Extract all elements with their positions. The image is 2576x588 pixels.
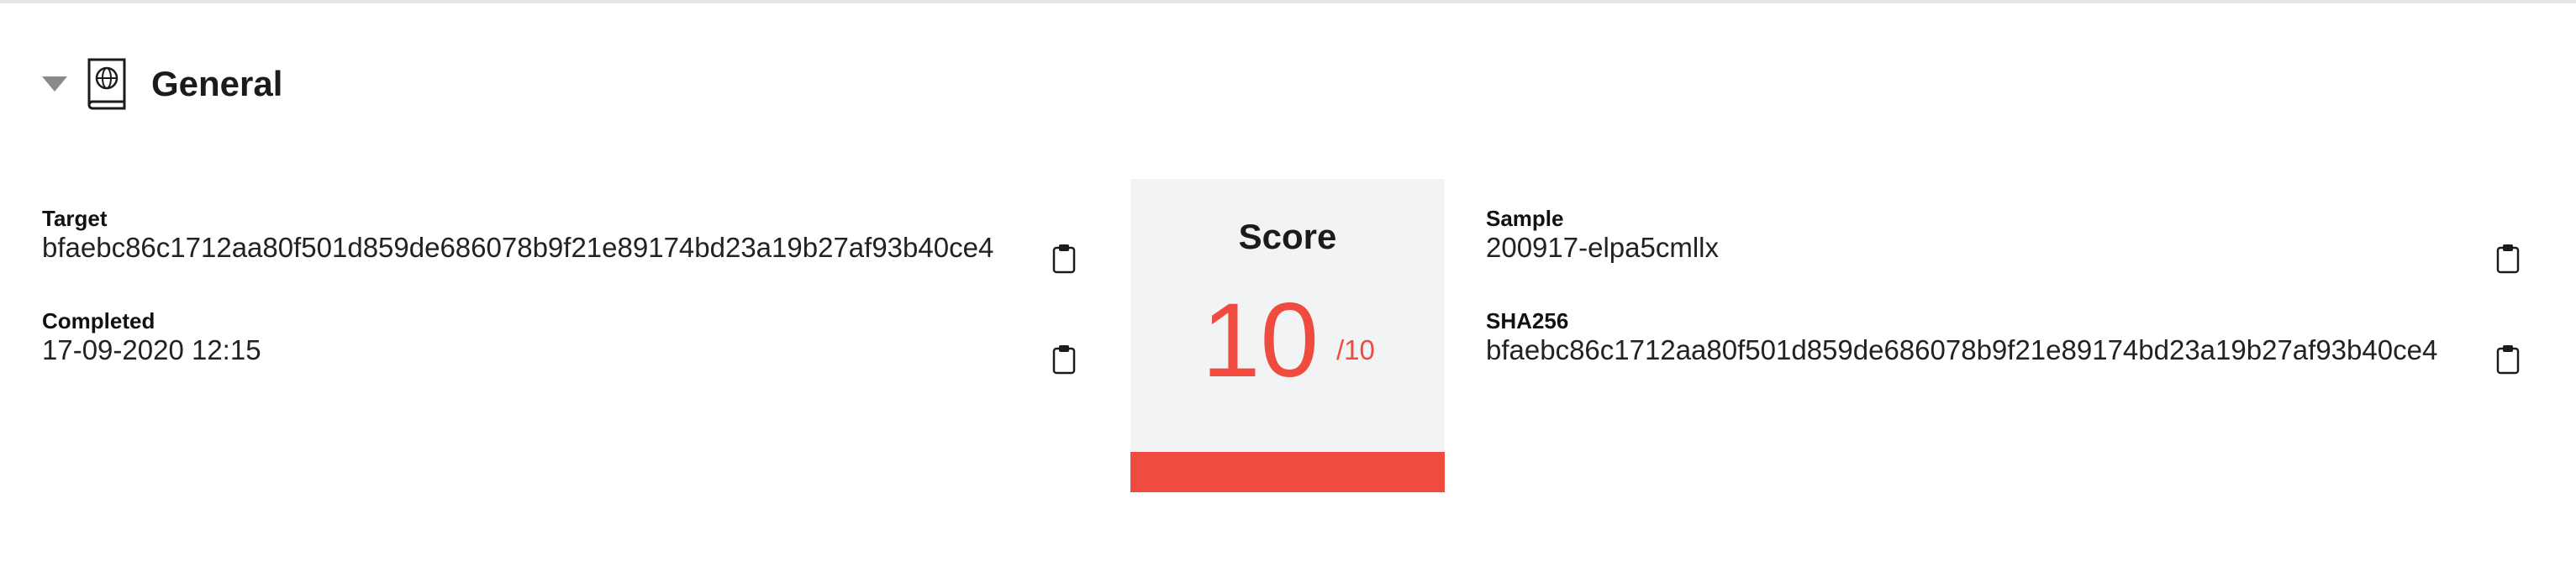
score-card: Score 10 /10: [1130, 179, 1445, 492]
score-title: Score: [1238, 217, 1337, 256]
sample-field: Sample 200917-elpa5cmllx: [1486, 206, 2469, 265]
target-label: Target: [42, 206, 108, 231]
score-value: 10: [1202, 282, 1320, 399]
copy-completed-button[interactable]: [1052, 344, 1076, 375]
copy-target-button[interactable]: [1052, 244, 1076, 274]
completed-value: 17-09-2020 12:15: [42, 334, 261, 365]
score-max: /10: [1336, 334, 1375, 365]
sha256-label: SHA256: [1486, 308, 1569, 333]
sample-label: Sample: [1486, 206, 1564, 231]
target-value: bfaebc86c1712aa80f501d859de686078b9f21e8…: [42, 232, 994, 263]
sha256-value: bfaebc86c1712aa80f501d859de686078b9f21e8…: [1486, 334, 2438, 365]
sha256-field: SHA256 bfaebc86c1712aa80f501d859de686078…: [1486, 308, 2469, 367]
copy-sample-button[interactable]: [2496, 244, 2520, 274]
sample-value: 200917-elpa5cmllx: [1486, 232, 1720, 263]
top-divider: [0, 0, 2576, 3]
completed-field: Completed 17-09-2020 12:15: [42, 308, 1025, 367]
caret-down-icon[interactable]: [42, 76, 67, 92]
score-bar: [1130, 452, 1445, 492]
book-globe-icon: [87, 58, 126, 110]
section-title: General: [151, 64, 283, 103]
copy-sha256-button[interactable]: [2496, 344, 2520, 375]
target-field: Target bfaebc86c1712aa80f501d859de686078…: [42, 206, 1025, 265]
section-header-general[interactable]: General: [42, 50, 282, 118]
completed-label: Completed: [42, 308, 155, 333]
